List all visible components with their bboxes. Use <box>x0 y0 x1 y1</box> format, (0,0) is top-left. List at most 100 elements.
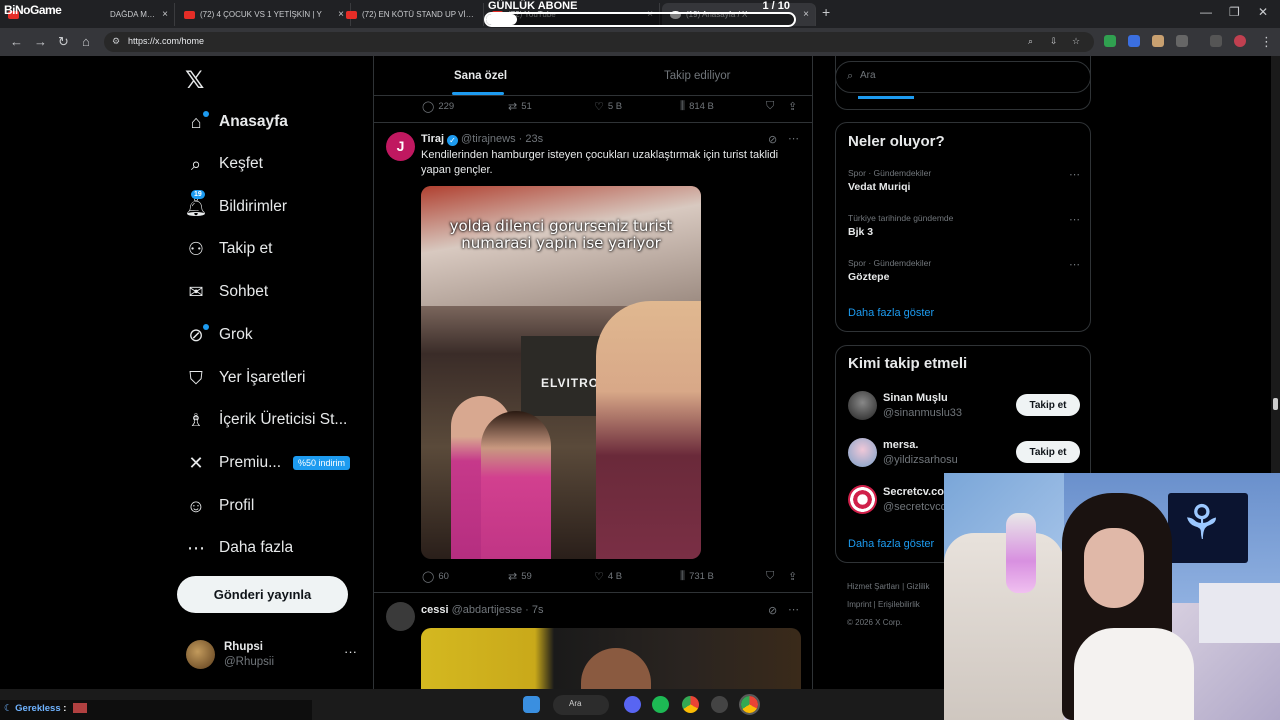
bookmark-icon[interactable]: ⛉ <box>766 100 778 113</box>
obs-icon[interactable] <box>711 696 728 713</box>
profile-avatar-icon[interactable] <box>1234 35 1246 47</box>
sidebar-item-explore[interactable]: ⌕ Keşfet <box>185 149 263 179</box>
tweet-author-handle[interactable]: @abdartijesse <box>452 604 522 616</box>
site-info-icon[interactable]: ⚙ <box>112 36 120 47</box>
timeline: Sana özel Takip ediliyor ◯ 229 ⇄ 51 ♡ 5 B ⫼… <box>373 56 813 720</box>
avatar[interactable] <box>386 602 415 631</box>
home-icon[interactable]: ⌂ <box>82 34 90 49</box>
sidebar-item-more[interactable]: ⋯ Daha fazla <box>185 533 293 563</box>
avatar <box>848 438 877 467</box>
sidebar-item-follow[interactable]: ⚇ Takip et <box>185 234 273 264</box>
media-control-icon[interactable] <box>1210 35 1222 47</box>
footer-link[interactable]: Gizlilik <box>906 582 929 591</box>
repost-button[interactable]: ⇄ 51 <box>508 100 532 113</box>
more-options-icon[interactable]: ⋯ <box>1069 258 1080 271</box>
browser-tab[interactable]: (72) EN KÖTÜ STAND UP VİDEO <box>338 3 484 26</box>
windows-start-icon[interactable] <box>523 696 540 713</box>
x-logo-icon[interactable]: 𝕏 <box>185 66 204 95</box>
more-options-icon[interactable]: ⋯ <box>788 132 799 145</box>
close-window-icon[interactable]: ✕ <box>1258 5 1268 19</box>
grok-explain-icon[interactable]: ⊘ <box>768 604 777 617</box>
back-icon[interactable]: ← <box>10 34 23 49</box>
tab-following[interactable]: Takip ediliyor <box>664 70 730 82</box>
tweet-author-name[interactable]: cessi <box>421 604 449 616</box>
follow-suggestion[interactable]: Sinan Muşlu @sinanmuslu33 Takip et <box>848 391 1080 423</box>
like-button[interactable]: ♡ 5 B <box>594 100 622 113</box>
browser-tab[interactable]: (72) 4 ÇOCUK VS 1 YETİŞKİN | Y × <box>176 3 351 26</box>
extension-icon[interactable] <box>1152 35 1164 47</box>
follow-suggestion[interactable]: mersa. @yildizsarhosu Takip et <box>848 438 1080 470</box>
chart-icon: ⫼ <box>680 100 686 112</box>
x-icon: ✕ <box>188 452 204 473</box>
account-switcher[interactable]: Rhupsi @Rhupsii ··· <box>186 640 361 672</box>
home-icon: ⌂ <box>185 111 209 133</box>
sidebar-item-chat[interactable]: ✉ Sohbet <box>185 277 268 307</box>
spotify-icon[interactable] <box>652 696 669 713</box>
trend-item[interactable]: Spor · Gündemdekiler Vedat Muriqi ⋯ <box>848 168 1080 202</box>
follow-button[interactable]: Takip et <box>1016 441 1080 463</box>
scrollbar-thumb[interactable] <box>1273 398 1278 410</box>
views-button[interactable]: ⫼ 814 B <box>680 100 714 113</box>
taskbar-search[interactable]: Ara <box>553 695 609 715</box>
minimize-icon[interactable]: — <box>1200 5 1212 19</box>
close-tab-icon[interactable]: × <box>162 9 168 20</box>
more-options-icon[interactable]: ⋯ <box>788 603 799 616</box>
maximize-icon[interactable]: ❐ <box>1229 5 1240 19</box>
extension-icon[interactable] <box>1128 35 1140 47</box>
bookmark-star-icon[interactable]: ☆ <box>1072 36 1080 47</box>
repost-button[interactable]: ⇄ 59 <box>508 570 532 583</box>
trend-item[interactable]: Spor · Gündemdekiler Göztepe ⋯ <box>848 258 1080 292</box>
views-button[interactable]: ⫼ 731 B <box>680 570 714 583</box>
trend-item[interactable]: Türkiye tarihinde gündemde Bjk 3 ⋯ <box>848 213 1080 247</box>
share-icon[interactable]: ⇪ <box>788 570 801 583</box>
account-name: Rhupsi <box>224 641 263 653</box>
reply-button[interactable]: ◯ 60 <box>422 570 449 583</box>
moon-icon: ☾ <box>4 703 13 714</box>
address-bar[interactable]: ⚙ https://x.com/home ⌕ ⇩ ☆ <box>104 32 1094 52</box>
sidebar-item-bookmarks[interactable]: ⛉ Yer İşaretleri <box>185 363 305 393</box>
reply-button[interactable]: ◯ 229 <box>422 100 454 113</box>
more-circle-icon: ⋯ <box>187 537 205 558</box>
tweet-author-name[interactable]: Tiraj <box>421 133 444 145</box>
avatar[interactable]: J <box>386 132 415 161</box>
discord-icon[interactable] <box>624 696 641 713</box>
more-options-icon[interactable]: ··· <box>344 644 357 659</box>
tweet-video[interactable]: ELVITRO yolda dilenci gorurseniz turist … <box>421 186 701 559</box>
bookmark-icon[interactable]: ⛉ <box>766 570 778 583</box>
like-button[interactable]: ♡ 4 B <box>594 570 622 583</box>
sidebar-item-premium[interactable]: ✕ Premiu... %50 indirim <box>185 448 351 478</box>
extensions-puzzle-icon[interactable] <box>1176 35 1188 47</box>
url-text[interactable]: https://x.com/home <box>128 36 204 46</box>
close-tab-icon[interactable]: × <box>803 9 809 20</box>
subscriber-goal-title: GÜNLÜK ABONE <box>488 0 578 12</box>
vpn-extension-icon[interactable] <box>1104 35 1116 47</box>
sidebar-item-notifications[interactable]: 🔔︎ 19 Bildirimler <box>185 190 287 222</box>
tweet-author-handle[interactable]: @tirajnews <box>461 133 516 145</box>
post-button[interactable]: Gönderi yayınla <box>177 576 348 613</box>
install-icon[interactable]: ⇩ <box>1050 36 1058 47</box>
sidebar-item-profile[interactable]: ☺ Profil <box>185 491 255 521</box>
follow-button[interactable]: Takip et <box>1016 394 1080 416</box>
browser-menu-icon[interactable]: ⋮ <box>1260 34 1273 50</box>
sidebar-item-home[interactable]: ⌂ Anasayfa <box>185 107 288 137</box>
footer-link[interactable]: Hizmet Şartları <box>847 582 900 591</box>
show-more-follow-link[interactable]: Daha fazla göster <box>848 538 934 550</box>
sidebar-item-creator-studio[interactable]: ♗ İçerik Üreticisi St... <box>185 405 347 435</box>
sidebar-item-grok[interactable]: ⊘ Grok <box>185 320 253 350</box>
more-options-icon[interactable]: ⋯ <box>1069 213 1080 226</box>
share-icon[interactable]: ⇪ <box>788 100 801 113</box>
reload-icon[interactable]: ↻ <box>58 34 69 50</box>
footer-link[interactable]: Erişilebilirlik <box>878 600 920 609</box>
show-more-trends-link[interactable]: Daha fazla göster <box>848 307 934 319</box>
forward-icon[interactable]: → <box>34 34 47 49</box>
tab-for-you[interactable]: Sana özel <box>454 70 507 82</box>
more-options-icon[interactable]: ⋯ <box>1069 168 1080 181</box>
footer-link[interactable]: Imprint <box>847 600 871 609</box>
new-tab-button[interactable]: + <box>822 4 830 20</box>
tweet-time[interactable]: · 23s <box>519 133 543 145</box>
zoom-icon[interactable]: ⌕ <box>1028 36 1033 47</box>
chrome-active-icon[interactable] <box>739 694 760 715</box>
chrome-icon[interactable] <box>682 696 699 713</box>
tweet-time[interactable]: · 7s <box>525 604 543 616</box>
grok-explain-icon[interactable]: ⊘ <box>768 133 777 146</box>
